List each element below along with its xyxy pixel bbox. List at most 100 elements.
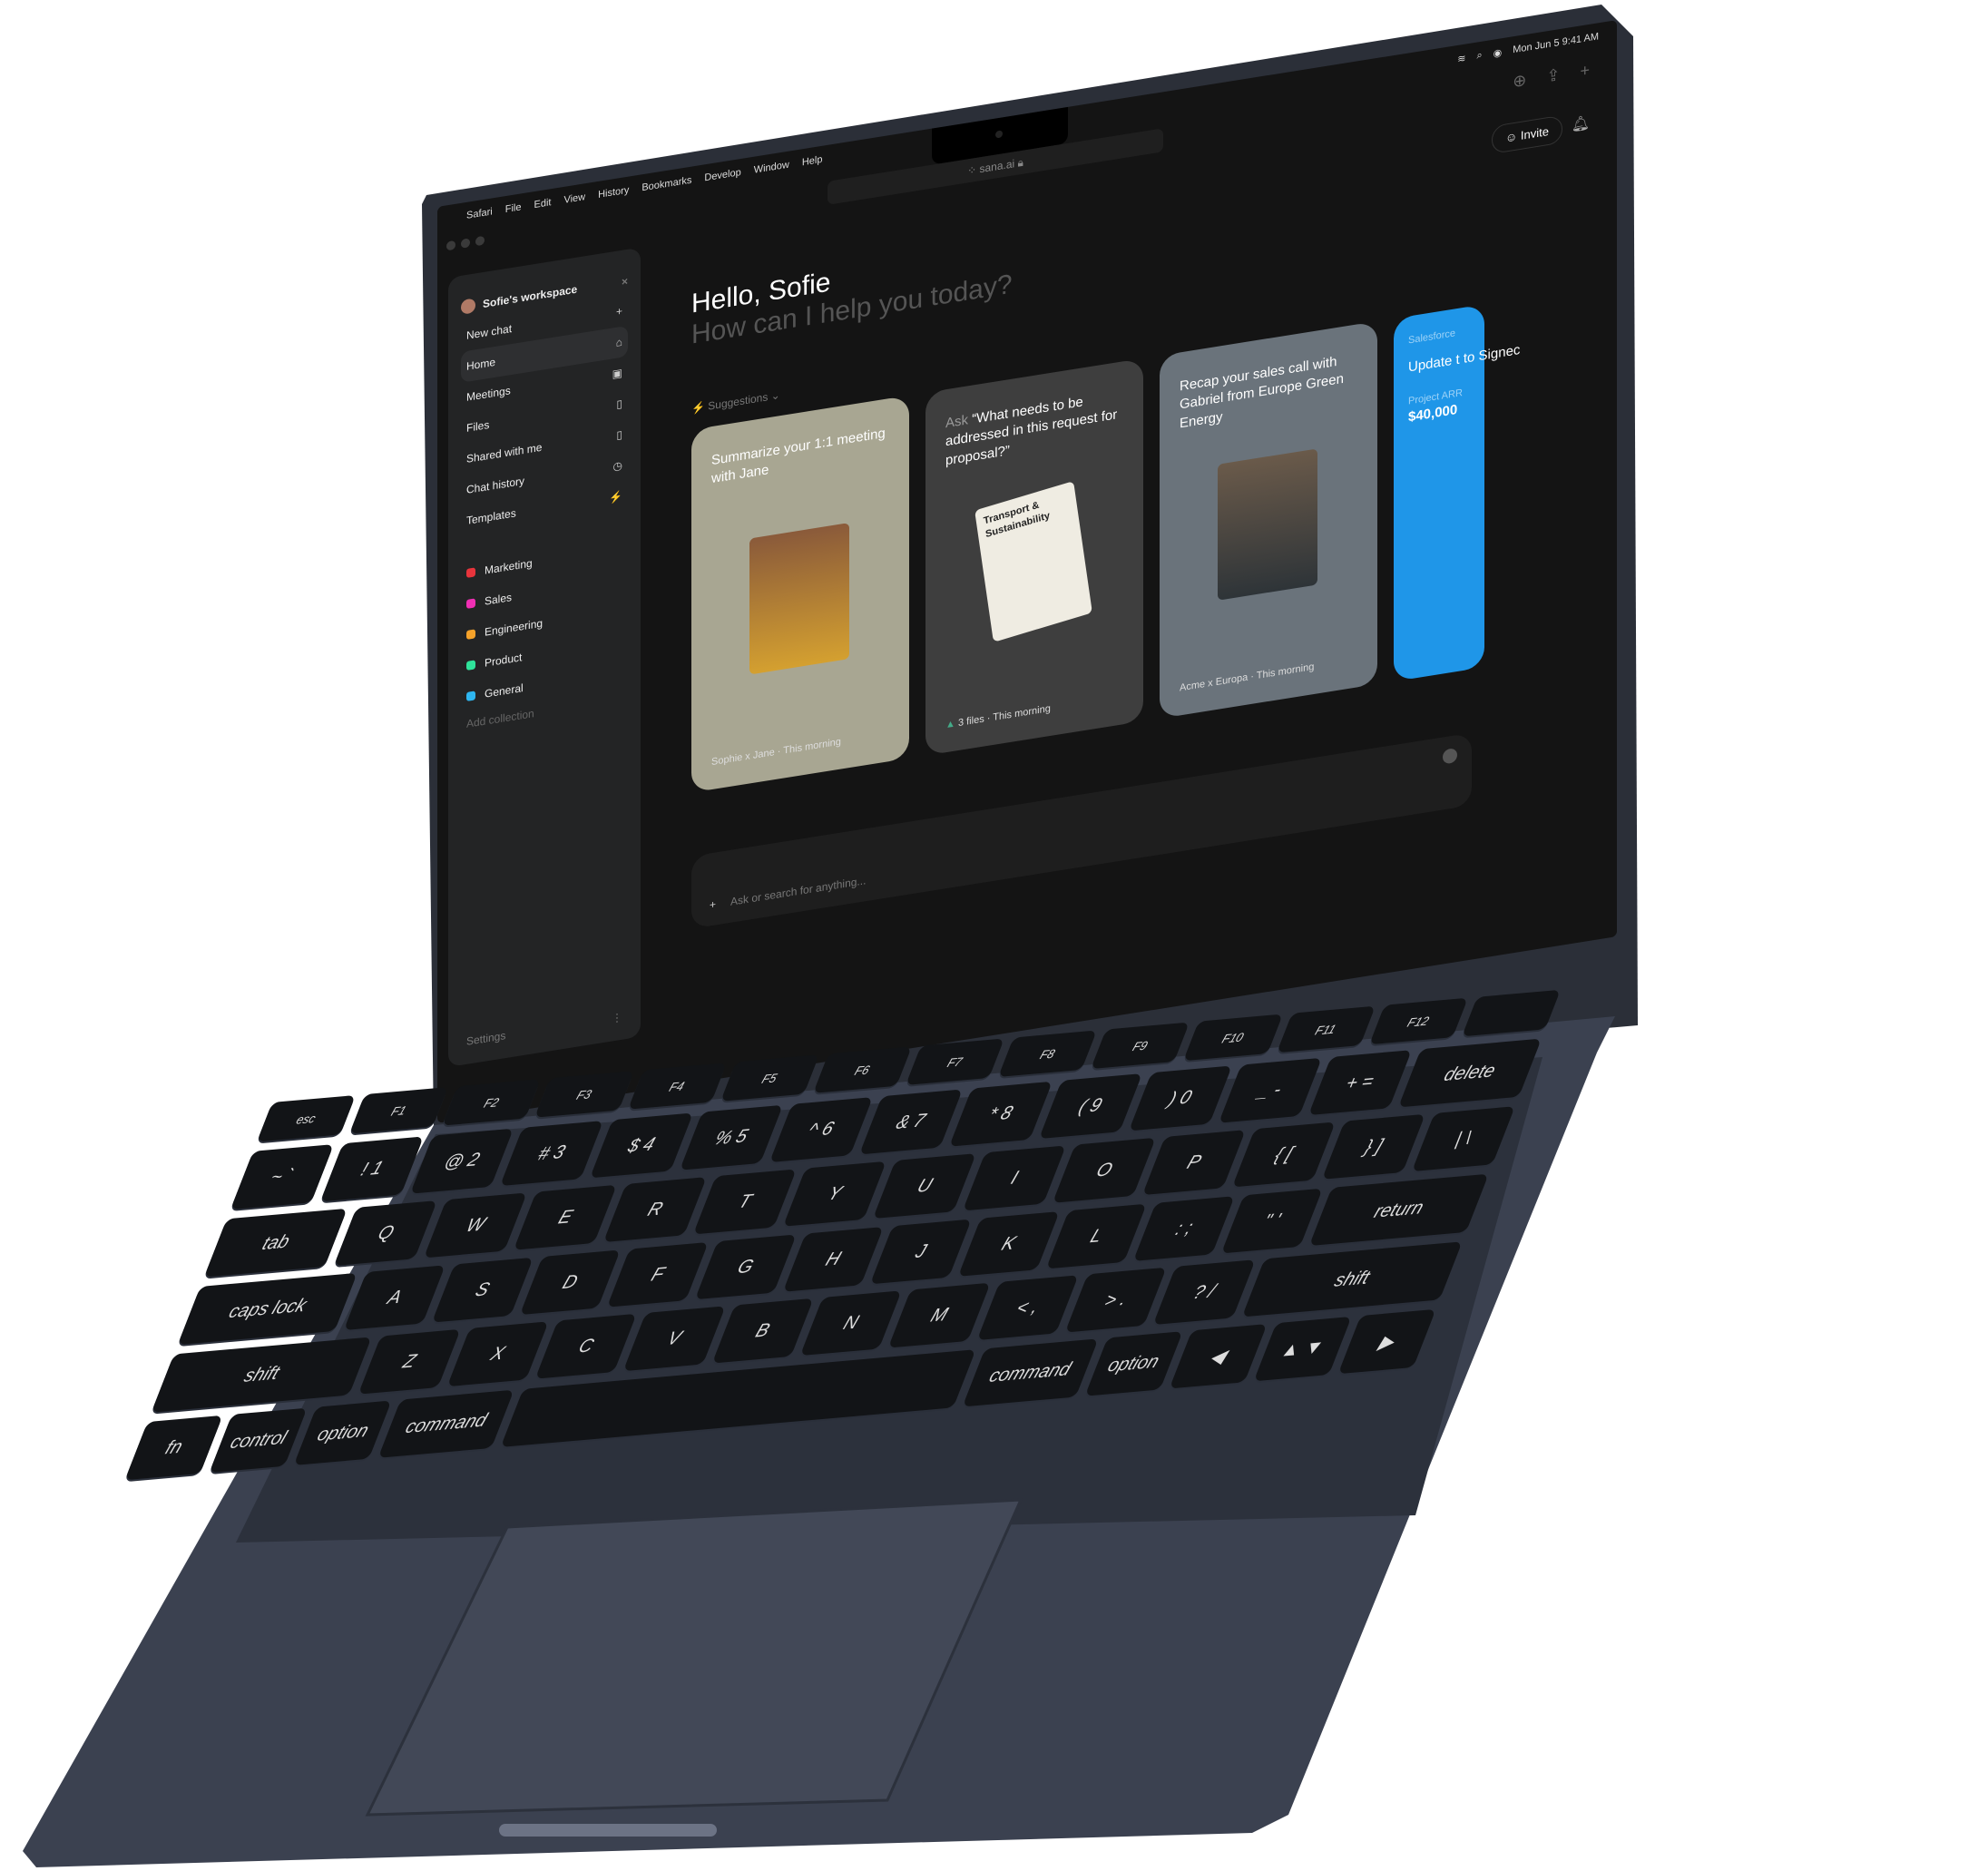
minimize-window-button[interactable]: [461, 238, 470, 249]
bell-icon[interactable]: 🔔︎: [1572, 113, 1590, 134]
key-f11[interactable]: F11: [1276, 1005, 1376, 1053]
key-g[interactable]: G: [694, 1234, 797, 1300]
send-button[interactable]: [1443, 747, 1457, 765]
key-r[interactable]: R: [603, 1177, 708, 1243]
key-n[interactable]: N: [799, 1290, 903, 1357]
key-e[interactable]: E: [514, 1184, 618, 1250]
key-b[interactable]: B: [711, 1298, 814, 1364]
clock[interactable]: Mon Jun 5 9:41 AM: [1513, 31, 1599, 56]
suggestion-card[interactable]: Ask “What needs to be addressed in this …: [925, 358, 1143, 756]
key-f12[interactable]: F12: [1368, 997, 1468, 1045]
menu-safari[interactable]: Safari: [466, 206, 493, 221]
key-w[interactable]: W: [424, 1192, 528, 1259]
key--[interactable]: ▲ ▼: [1253, 1316, 1352, 1382]
key-return[interactable]: return: [1308, 1173, 1489, 1247]
key-command[interactable]: command: [962, 1338, 1099, 1407]
key-l[interactable]: L: [1045, 1203, 1148, 1269]
key-y[interactable]: Y: [783, 1161, 887, 1227]
key--6[interactable]: ^ 6: [769, 1097, 873, 1163]
menu-develop[interactable]: Develop: [704, 167, 740, 183]
key-i[interactable]: I: [963, 1145, 1067, 1211]
key--[interactable]: ◀: [1169, 1324, 1268, 1389]
attach-plus-icon[interactable]: +: [710, 897, 716, 911]
download-icon[interactable]: ⊕: [1513, 71, 1526, 92]
key-j[interactable]: J: [870, 1219, 972, 1285]
suggestion-card[interactable]: Recap your sales call with Gabriel from …: [1160, 320, 1377, 719]
key--7[interactable]: & 7: [858, 1089, 963, 1155]
key-option[interactable]: option: [1084, 1331, 1183, 1396]
control-center-icon[interactable]: ◉: [1493, 46, 1503, 60]
key--8[interactable]: * 8: [948, 1081, 1053, 1147]
key--[interactable]: : ;: [1133, 1196, 1235, 1261]
key-z[interactable]: Z: [357, 1328, 461, 1395]
key-shift[interactable]: shift: [1241, 1241, 1463, 1318]
key-o[interactable]: O: [1053, 1137, 1157, 1203]
key--0[interactable]: ) 0: [1128, 1065, 1232, 1131]
key-command[interactable]: command: [377, 1389, 514, 1458]
key-f10[interactable]: F10: [1183, 1014, 1283, 1062]
key-f3[interactable]: F3: [534, 1071, 634, 1118]
zoom-window-button[interactable]: [475, 235, 485, 247]
key--[interactable]: ? /: [1152, 1259, 1256, 1326]
key--3[interactable]: # 3: [499, 1121, 603, 1187]
key--[interactable]: > .: [1064, 1267, 1168, 1333]
menu-help[interactable]: Help: [802, 154, 823, 169]
key-f9[interactable]: F9: [1091, 1022, 1190, 1070]
key-x[interactable]: X: [446, 1321, 549, 1387]
wifi-icon[interactable]: ≋: [1457, 52, 1465, 64]
key-control[interactable]: control: [209, 1407, 308, 1474]
key--[interactable]: + =: [1307, 1050, 1412, 1116]
key-shift[interactable]: shift: [151, 1337, 373, 1413]
key-t[interactable]: T: [693, 1169, 798, 1235]
key-f[interactable]: F: [607, 1241, 709, 1308]
menu-bookmarks[interactable]: Bookmarks: [641, 175, 691, 194]
key-caps-lock[interactable]: caps lock: [177, 1272, 358, 1346]
key-f4[interactable]: F4: [627, 1063, 727, 1110]
key-f2[interactable]: F2: [442, 1079, 542, 1126]
chat-input[interactable]: Ask or search for anything...: [730, 874, 866, 908]
close-sidebar-icon[interactable]: ×: [622, 275, 628, 289]
key-f8[interactable]: F8: [998, 1030, 1098, 1077]
key-a[interactable]: A: [344, 1265, 446, 1331]
suggestion-card[interactable]: Salesforce Update t to Signec Project AR…: [1394, 304, 1520, 682]
more-icon[interactable]: ⋮: [612, 1011, 622, 1025]
key-u[interactable]: U: [873, 1153, 977, 1220]
key-option[interactable]: option: [293, 1400, 393, 1465]
key--[interactable]: _ -: [1218, 1057, 1322, 1123]
key--1[interactable]: ! 1: [319, 1136, 424, 1202]
new-tab-icon[interactable]: +: [1580, 61, 1590, 82]
menu-history[interactable]: History: [598, 185, 629, 201]
key--5[interactable]: % 5: [679, 1104, 783, 1171]
menu-view[interactable]: View: [563, 191, 585, 206]
key--9[interactable]: ( 9: [1038, 1073, 1142, 1140]
key-esc[interactable]: esc: [257, 1094, 357, 1142]
key--4[interactable]: $ 4: [589, 1112, 693, 1179]
key-f6[interactable]: F6: [812, 1046, 912, 1093]
key-v[interactable]: V: [622, 1306, 726, 1372]
key-f5[interactable]: F5: [720, 1054, 819, 1102]
key-m[interactable]: M: [887, 1282, 991, 1348]
key-s[interactable]: S: [431, 1257, 534, 1323]
settings-button[interactable]: Settings: [466, 1029, 505, 1048]
menu-edit[interactable]: Edit: [534, 197, 551, 211]
key-p[interactable]: P: [1142, 1130, 1247, 1196]
suggestion-card[interactable]: Summarize your 1:1 meeting with Jane Sop…: [691, 395, 909, 793]
key--2[interactable]: @ 2: [409, 1128, 514, 1194]
suggestions-dropdown[interactable]: ⚡ Suggestions ⌄: [691, 388, 780, 415]
invite-button[interactable]: ☺ Invite: [1492, 114, 1562, 154]
key-h[interactable]: H: [782, 1227, 885, 1292]
key--[interactable]: < ,: [976, 1275, 1079, 1341]
menu-file[interactable]: File: [505, 201, 522, 215]
search-icon[interactable]: ⌕: [1476, 49, 1482, 62]
key-f7[interactable]: F7: [906, 1038, 1005, 1085]
key--[interactable]: " ': [1220, 1188, 1323, 1254]
key-k[interactable]: K: [957, 1211, 1060, 1277]
key-q[interactable]: Q: [334, 1200, 438, 1267]
key-d[interactable]: D: [519, 1249, 622, 1316]
close-window-button[interactable]: [446, 240, 455, 251]
key-c[interactable]: C: [534, 1313, 638, 1379]
share-icon[interactable]: ⇪: [1546, 65, 1560, 86]
key--[interactable]: { [: [1231, 1122, 1337, 1188]
key-f1[interactable]: F1: [349, 1087, 449, 1134]
key--[interactable]: } ]: [1321, 1113, 1425, 1180]
